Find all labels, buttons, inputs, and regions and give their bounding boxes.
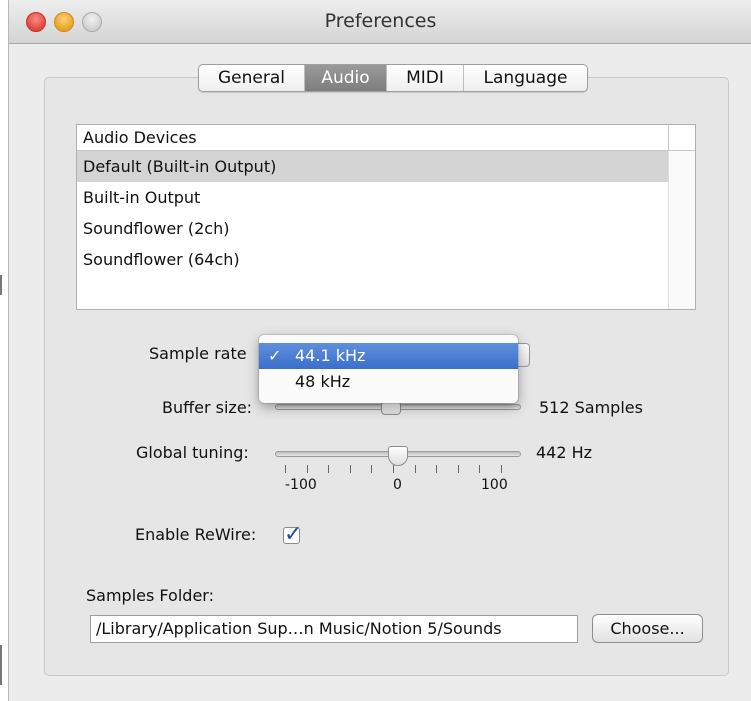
list-item-soundflower-2ch[interactable]: Soundflower (2ch) bbox=[77, 213, 669, 244]
choose-folder-button[interactable]: Choose... bbox=[592, 614, 703, 643]
menu-item-48-khz[interactable]: 48 kHz bbox=[259, 369, 518, 395]
list-header-corner bbox=[668, 125, 695, 151]
tuning-tick-mark bbox=[306, 465, 308, 473]
buffer-size-slider-knob[interactable] bbox=[381, 401, 402, 415]
preferences-tabs: General Audio MIDI Language bbox=[198, 64, 588, 92]
sample-rate-menu: ✓ 44.1 kHz 48 kHz bbox=[259, 335, 518, 403]
tuning-tick-mark bbox=[501, 465, 502, 473]
tuning-tick-mark bbox=[479, 465, 481, 473]
list-item-default-built-in-output[interactable]: Default (Built-in Output) bbox=[77, 151, 669, 182]
global-tuning-value: 442 Hz bbox=[536, 443, 593, 462]
samples-folder-path-field[interactable]: /Library/Application Sup…n Music/Notion … bbox=[90, 615, 578, 643]
global-tuning-label: Global tuning: bbox=[136, 443, 249, 462]
checkmark-icon: ✓ bbox=[268, 346, 282, 365]
tuning-tick-mark bbox=[285, 465, 286, 473]
audio-devices-rows: Default (Built-in Output) Built-in Outpu… bbox=[77, 151, 669, 275]
tuning-tick-mark bbox=[349, 465, 351, 473]
tuning-tick-mark bbox=[436, 465, 438, 473]
list-item-built-in-output[interactable]: Built-in Output bbox=[77, 182, 669, 213]
menu-item-44-1-khz[interactable]: ✓ 44.1 kHz bbox=[259, 343, 518, 369]
tuning-tick-label-max: 100 bbox=[481, 477, 508, 493]
list-item-soundflower-64ch[interactable]: Soundflower (64ch) bbox=[77, 244, 669, 275]
window-title: Preferences bbox=[324, 10, 437, 32]
global-tuning-slider-knob[interactable] bbox=[388, 446, 408, 466]
tuning-tick-mark bbox=[414, 465, 416, 473]
list-scrollbar[interactable] bbox=[668, 151, 695, 309]
tuning-tick-mark bbox=[371, 465, 373, 473]
title-bar[interactable]: Preferences bbox=[9, 0, 751, 44]
audio-devices-list[interactable]: Audio Devices Default (Built-in Output) … bbox=[76, 124, 696, 310]
menu-item-label: 48 kHz bbox=[295, 372, 351, 391]
global-tuning-ticks bbox=[285, 465, 502, 473]
buffer-size-label: Buffer size: bbox=[162, 398, 253, 417]
samples-folder-label: Samples Folder: bbox=[86, 586, 214, 605]
tuning-tick-mark bbox=[457, 465, 459, 473]
tuning-tick-mark bbox=[328, 465, 330, 473]
audio-devices-header[interactable]: Audio Devices bbox=[77, 125, 669, 151]
buffer-size-value: 512 Samples bbox=[539, 398, 643, 417]
preferences-window: Preferences General Audio MIDI Language … bbox=[8, 0, 751, 701]
tuning-tick-mark bbox=[393, 465, 394, 473]
tuning-tick-label-zero: 0 bbox=[393, 477, 402, 493]
tuning-tick-label-min: -100 bbox=[285, 477, 317, 493]
tab-audio[interactable]: Audio bbox=[305, 65, 387, 91]
tab-general[interactable]: General bbox=[199, 65, 305, 91]
menu-item-label: 44.1 kHz bbox=[295, 346, 366, 365]
enable-rewire-checkbox[interactable]: ✓ bbox=[283, 522, 302, 547]
tab-midi[interactable]: MIDI bbox=[387, 65, 464, 91]
sample-rate-label: Sample rate bbox=[149, 344, 247, 363]
enable-rewire-label: Enable ReWire: bbox=[135, 525, 257, 544]
checkmark-icon: ✓ bbox=[284, 522, 303, 547]
tab-language[interactable]: Language bbox=[464, 65, 587, 91]
